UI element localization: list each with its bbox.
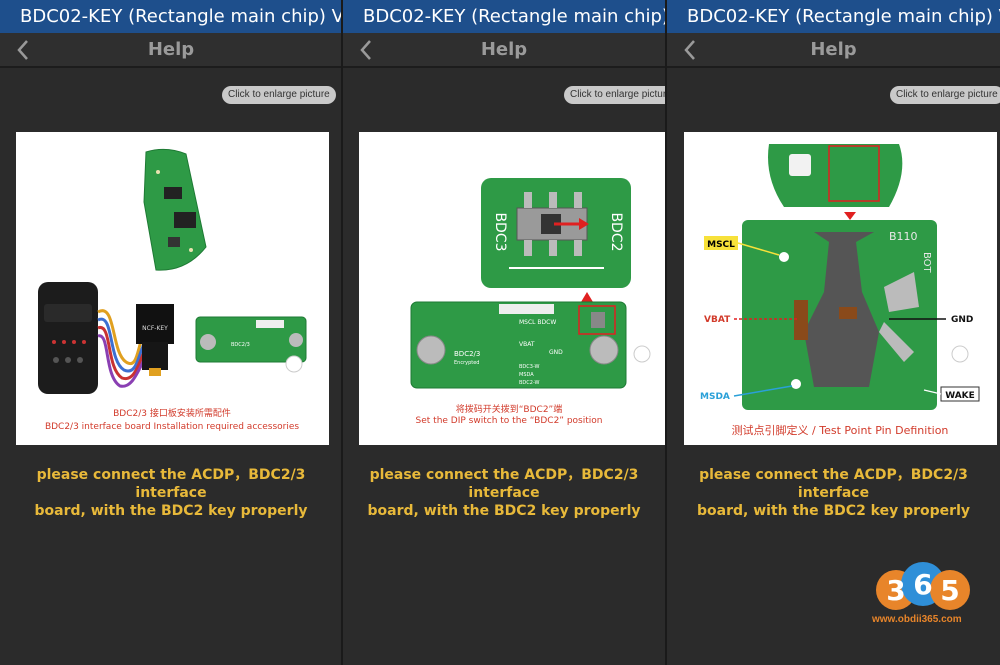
nav-title: Help bbox=[810, 39, 857, 60]
instruction-line-1: please connect the ACDP，BDC2/3 interface bbox=[699, 467, 968, 501]
b110-label: B110 bbox=[889, 230, 918, 243]
svg-text:3: 3 bbox=[886, 574, 905, 607]
msda-label: MSDA bbox=[700, 392, 730, 402]
enlarge-picture-button[interactable]: Click to enlarge picture bbox=[890, 86, 1000, 104]
pin-bdc3w: BDC3-W bbox=[519, 364, 540, 370]
encrypted-label: Encrypted bbox=[454, 360, 479, 366]
svg-text:5: 5 bbox=[940, 574, 959, 607]
nav-bar: Help bbox=[667, 33, 1000, 68]
help-image[interactable]: BDC3 BDC2 MSCL BDCW BDC2/3 Encrypted VBA… bbox=[359, 132, 665, 445]
image-caption-cn: 将拨码开关拨到“BDC2”端 bbox=[456, 403, 562, 415]
nav-title: Help bbox=[147, 39, 195, 60]
image-caption-cn: BDC2/3 接口板安装所需配件 bbox=[113, 407, 231, 419]
accessories-illustration: NCF-KEY BDC2/3 BDC2/3 接口板安装所需配件 BDC2/3 i… bbox=[38, 148, 307, 432]
pin-bdc2w: BDC2-W bbox=[519, 380, 540, 386]
instruction-text: please connect the ACDP，BDC2/3 interface… bbox=[10, 466, 332, 520]
bot-label: BOT bbox=[921, 252, 932, 274]
help-panel-2: BDC02-KEY (Rectangle main chip) Help Cli… bbox=[343, 0, 665, 665]
enlarge-picture-button[interactable]: Click to enlarge picture bbox=[222, 86, 336, 104]
instruction-line-1: please connect the ACDP，BDC2/3 interface bbox=[369, 467, 639, 501]
help-image[interactable]: NCF-KEY BDC2/3 BDC2/3 接口板安装所需配件 BDC2/3 i… bbox=[16, 132, 329, 445]
instruction-text: please connect the ACDP，BDC2/3 interface… bbox=[343, 466, 665, 520]
gnd-label: GND bbox=[549, 349, 563, 356]
window-title: BDC02-KEY (Rectangle main chip) bbox=[343, 0, 665, 33]
image-caption-en: BDC2/3 interface board Installation requ… bbox=[45, 422, 299, 432]
wake-label: WAKE bbox=[945, 391, 975, 401]
instruction-line-2: board, with the BDC2 key properly bbox=[34, 503, 308, 519]
instruction-line-2: board, with the BDC2 key properly bbox=[367, 503, 641, 519]
instruction-line-1: please connect the ACDP，BDC2/3 interface bbox=[36, 467, 306, 501]
instruction-text: please connect the ACDP，BDC2/3 interface… bbox=[667, 466, 1000, 520]
help-image[interactable]: B110 BOT MSCL VBAT GND MSDA WAKE 测试点引脚定义… bbox=[684, 132, 997, 445]
nav-title: Help bbox=[480, 39, 528, 60]
bdc2-label: BDC2 bbox=[608, 212, 624, 251]
mscl-label: MSCL bbox=[707, 240, 735, 250]
gnd-label: GND bbox=[951, 315, 973, 325]
nav-bar: Help bbox=[0, 33, 342, 68]
image-caption: 测试点引脚定义 / Test Point Pin Definition bbox=[732, 423, 949, 437]
dip-switch-illustration: BDC3 BDC2 MSCL BDCW BDC2/3 Encrypted VBA… bbox=[410, 178, 651, 426]
image-caption-en: Set the DIP switch to the “BDC2” positio… bbox=[416, 416, 603, 426]
pins-label: MSCL BDCW bbox=[519, 319, 556, 326]
pin-msda: MSDA bbox=[519, 372, 534, 378]
instruction-line-2: board, with the BDC2 key properly bbox=[697, 503, 970, 519]
vbat-label: VBAT bbox=[704, 315, 731, 325]
help-panel-1: BDC02-KEY (Rectangle main chip) V Help C… bbox=[0, 0, 342, 665]
watermark-url: www.obdii365.com bbox=[872, 614, 962, 625]
window-title: BDC02-KEY (Rectangle main chip) V bbox=[667, 0, 1000, 33]
board-label: BDC2/3 bbox=[231, 342, 250, 348]
bdc3-label: BDC3 bbox=[492, 212, 508, 251]
test-point-illustration: B110 BOT MSCL VBAT GND MSDA WAKE 测试点引脚定义… bbox=[700, 144, 980, 437]
board-label: BDC2/3 bbox=[454, 350, 480, 358]
enlarge-picture-button[interactable]: Click to enlarge picture bbox=[564, 86, 665, 104]
dongle-label: NCF-KEY bbox=[142, 325, 168, 332]
vbat-label: VBAT bbox=[519, 341, 535, 348]
nav-bar: Help bbox=[343, 33, 665, 68]
svg-text:6: 6 bbox=[913, 568, 932, 601]
window-title: BDC02-KEY (Rectangle main chip) V bbox=[0, 0, 342, 33]
